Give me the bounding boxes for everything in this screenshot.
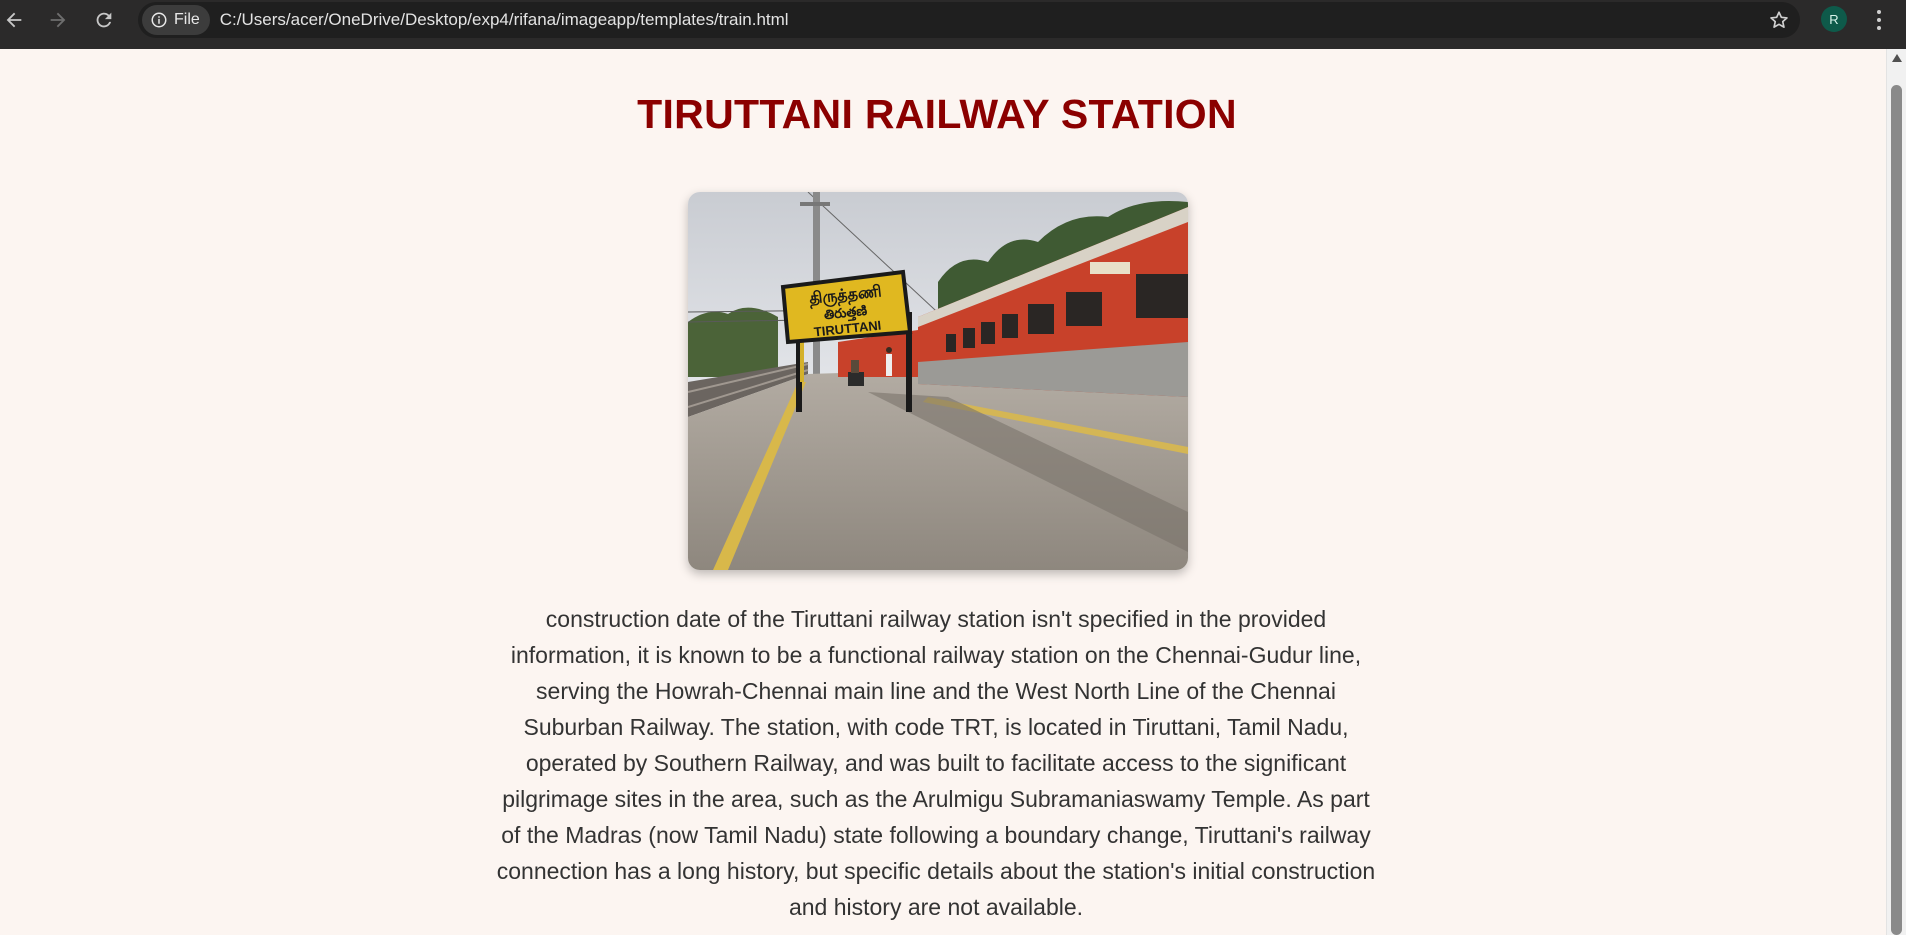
info-icon (151, 12, 167, 28)
back-icon (6, 12, 22, 28)
station-description: construction date of the Tiruttani railw… (496, 606, 1376, 920)
star-icon[interactable] (1768, 9, 1790, 31)
forward-icon (50, 12, 66, 28)
scroll-up-arrow-icon[interactable] (1892, 54, 1902, 62)
profile-avatar[interactable]: R (1821, 6, 1847, 32)
address-bar[interactable]: File C:/Users/acer/OneDrive/Desktop/exp4… (138, 2, 1800, 38)
forward-button[interactable] (38, 0, 78, 40)
reload-icon (96, 12, 112, 28)
page-content: TIRUTTANI RAILWAY STATION திருத்தணி తిరు… (0, 49, 1886, 935)
scroll-thumb[interactable] (1891, 85, 1902, 935)
reload-button[interactable] (84, 0, 124, 40)
site-chip-label: File (174, 11, 200, 28)
page-scrollbar[interactable] (1886, 49, 1906, 935)
url-text[interactable]: C:/Users/acer/OneDrive/Desktop/exp4/rifa… (220, 10, 789, 30)
railway-station-image: திருத்தணி తిరుత్తణి TIRUTTANI (688, 192, 1188, 570)
station-photo: திருத்தணி తిరుత్తణి TIRUTTANI (688, 192, 1188, 570)
page-title: TIRUTTANI RAILWAY STATION (637, 91, 1237, 137)
more-menu-icon[interactable] (1867, 5, 1891, 35)
site-info-chip[interactable]: File (142, 5, 210, 35)
browser-toolbar: File C:/Users/acer/OneDrive/Desktop/exp4… (0, 0, 1906, 49)
back-button[interactable] (0, 0, 34, 40)
